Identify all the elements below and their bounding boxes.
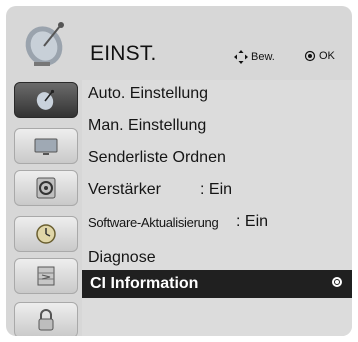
lock-grid-icon	[37, 266, 55, 286]
sidebar-item-option[interactable]	[14, 302, 78, 336]
menu-item-label: Senderliste Ordnen	[88, 149, 226, 166]
menu-item-label: Verstärker	[88, 181, 161, 198]
menu-header: EINST. Bew. OK	[86, 36, 352, 72]
menu-item-ci-information[interactable]: CI Information	[82, 270, 352, 298]
padlock-icon	[38, 309, 54, 331]
menu-item-auto-tuning[interactable]: Auto. Einstellung	[88, 80, 352, 108]
speaker-icon	[36, 177, 56, 199]
menu-item-label: CI Information	[90, 275, 199, 292]
navigation-arrows-icon	[234, 50, 248, 64]
ok-hint-label: OK	[319, 50, 335, 62]
menu-item-label: Diagnose	[88, 249, 156, 266]
menu-item-label: Man. Einstellung	[88, 117, 207, 134]
clock-icon	[36, 224, 56, 244]
settings-menu-window: EINST. Bew. OK Auto. Einstellung Man. Ei…	[6, 6, 352, 336]
ok-button-icon	[304, 50, 316, 62]
sidebar-item-lock[interactable]	[14, 258, 78, 294]
ok-hint: OK	[304, 50, 335, 62]
sidebar-item-picture[interactable]	[14, 128, 78, 164]
menu-item-value: : Ein	[236, 213, 269, 230]
satellite-dish-icon	[36, 89, 55, 110]
settings-list: Auto. Einstellung Man. Einstellung Sende…	[82, 80, 352, 336]
satellite-dish-icon	[14, 12, 78, 74]
menu-item-programme-edit[interactable]: Senderliste Ordnen	[88, 144, 352, 172]
move-hint-label: Bew.	[251, 51, 275, 63]
menu-item-manual-tuning[interactable]: Man. Einstellung	[88, 112, 352, 140]
menu-item-diagnostics[interactable]: Diagnose	[88, 244, 352, 272]
ok-indicator-icon	[332, 277, 342, 287]
move-hint: Bew.	[234, 50, 275, 64]
menu-item-software-update[interactable]: Software-Aktualisierung : Ein	[88, 208, 352, 236]
menu-item-label: Auto. Einstellung	[88, 85, 209, 102]
page-title: EINST.	[90, 42, 157, 65]
sidebar-item-setup[interactable]	[14, 82, 78, 118]
menu-item-value: : Ein	[200, 181, 233, 198]
category-sidebar	[10, 10, 78, 336]
menu-item-label: Software-Aktualisierung	[88, 214, 219, 230]
tv-screen-icon	[34, 138, 58, 155]
menu-item-booster[interactable]: Verstärker : Ein	[88, 176, 352, 204]
sidebar-item-audio[interactable]	[14, 170, 78, 206]
sidebar-item-time[interactable]	[14, 216, 78, 252]
